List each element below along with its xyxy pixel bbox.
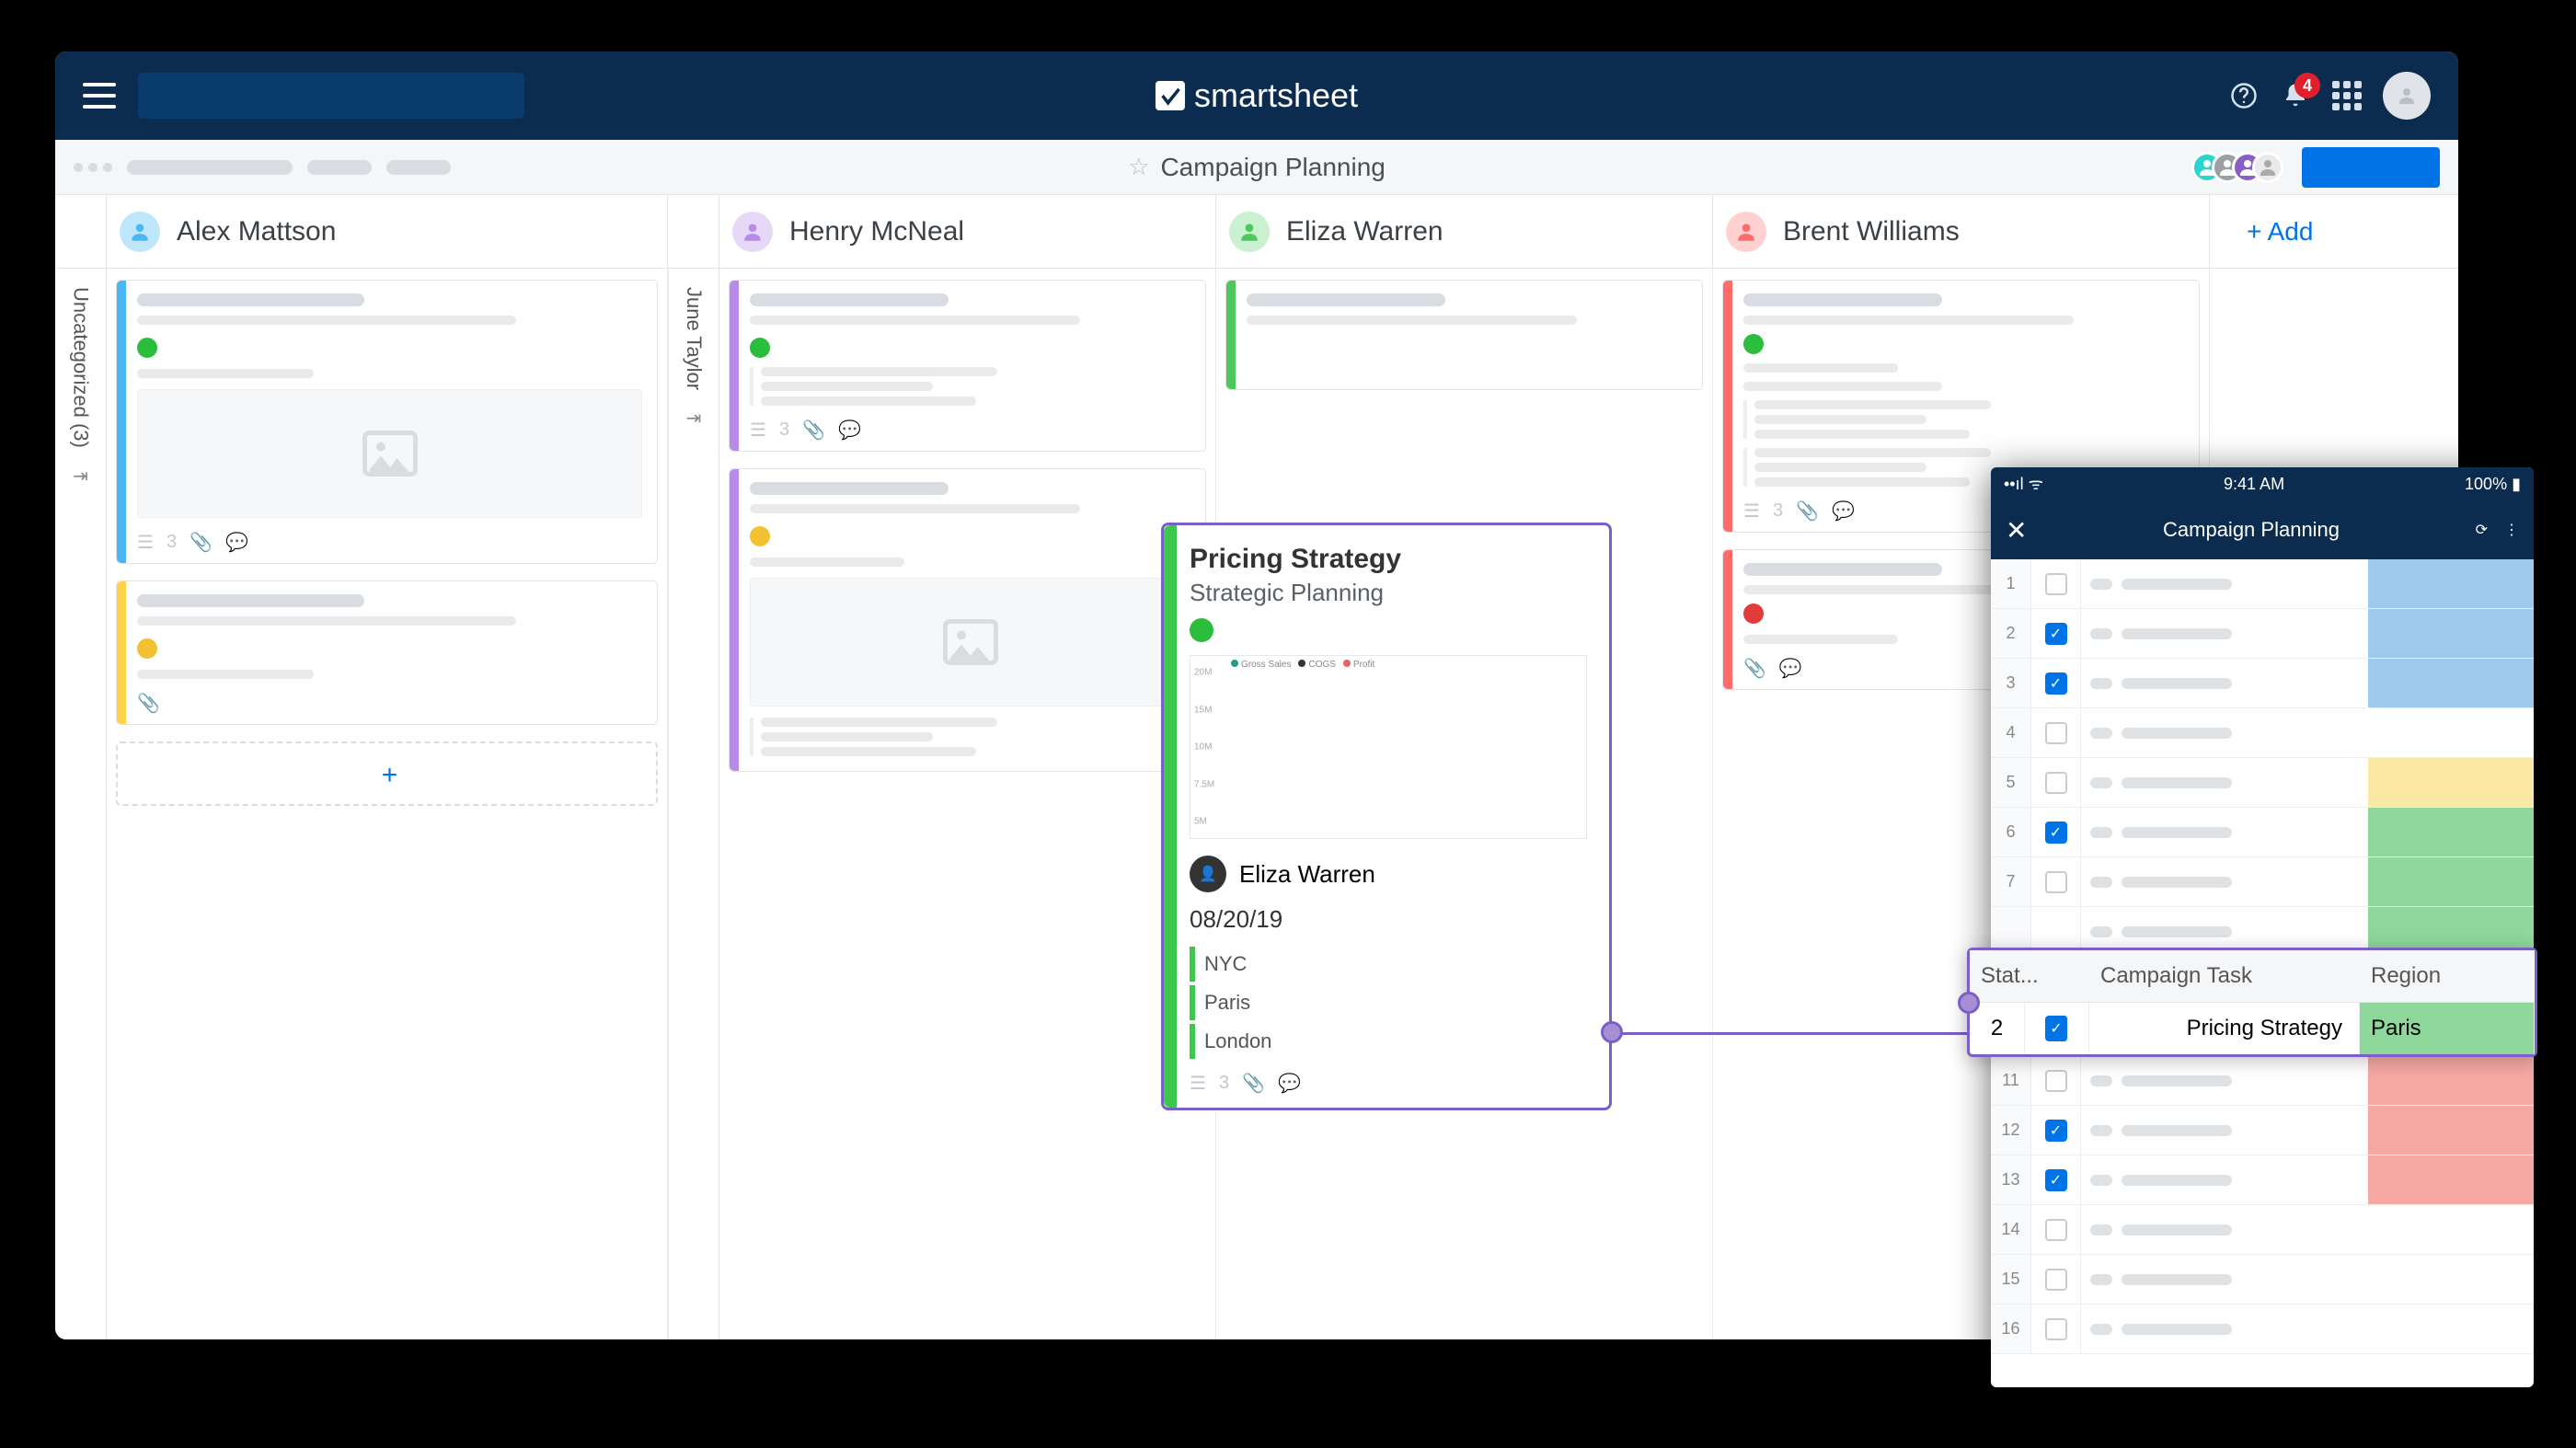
row-popout: Stat... Campaign Task Region 2 ✓ Pricing… — [1967, 948, 2537, 1057]
search-input[interactable] — [138, 73, 524, 119]
rail-uncategorized[interactable]: Uncategorized (3) ⇥ — [55, 269, 107, 1339]
card-detail-pricing-strategy[interactable]: Pricing Strategy Strategic Planning Gros… — [1161, 523, 1612, 1110]
apps-icon[interactable] — [2331, 80, 2363, 111]
card-category: Strategic Planning — [1190, 579, 1587, 607]
add-lane-button[interactable]: + Add — [2210, 195, 2350, 268]
menu-icon[interactable] — [83, 83, 116, 109]
collapse-icon[interactable]: ⇥ — [73, 465, 88, 488]
column-0: ☰3📎💬 📎 + — [107, 269, 668, 1339]
mobile-view: ••ıl ᯤ 9:41 AM 100% ▮ ✕ Campaign Plannin… — [1991, 467, 2534, 1387]
card-date: 08/20/19 — [1190, 905, 1587, 934]
card[interactable] — [1225, 280, 1703, 390]
share-button[interactable] — [2302, 147, 2440, 188]
app-header: smartsheet 4 — [55, 52, 2458, 140]
close-icon[interactable]: ✕ — [2006, 515, 2027, 546]
row-task: Pricing Strategy — [2089, 1003, 2360, 1054]
comment-icon: 💬 — [225, 531, 248, 554]
mobile-header: ✕ Campaign Planning ⟳ ⋮ — [1991, 500, 2534, 559]
chart: Gross SalesCOGSProfit 20M15M10M7.5M5M — [1190, 655, 1587, 839]
card[interactable]: ☰3📎💬 — [729, 280, 1206, 452]
lane-header-3[interactable]: Brent Williams — [1713, 195, 2210, 268]
breadcrumb — [74, 160, 451, 175]
user-avatar[interactable] — [2383, 72, 2431, 120]
lane-header-1[interactable]: Henry McNeal — [719, 195, 1216, 268]
image-placeholder-icon — [137, 389, 642, 518]
row-number: 2 — [1970, 1003, 2025, 1054]
connector-dot — [1958, 992, 1980, 1014]
lane-header-2[interactable]: Eliza Warren — [1216, 195, 1713, 268]
attachment-icon: 📎 — [137, 692, 160, 715]
mobile-title: Campaign Planning — [2163, 518, 2340, 542]
attachment-icon: 📎 — [190, 531, 213, 554]
lane-header-0[interactable]: Alex Mattson — [107, 195, 668, 268]
list-icon: ☰ — [137, 531, 154, 554]
col-header-status: Stat... — [1970, 950, 2089, 1002]
page-title: ☆ Campaign Planning — [1128, 153, 1386, 182]
more-icon[interactable]: ⋮ — [2504, 521, 2519, 539]
logo-icon — [1156, 81, 1185, 110]
comment-icon: 💬 — [1278, 1072, 1301, 1095]
refresh-icon[interactable]: ⟳ — [2476, 521, 2488, 539]
card[interactable]: 📎 — [116, 580, 658, 725]
row-checkbox[interactable]: ✓ — [2025, 1003, 2089, 1054]
col-header-task: Campaign Task — [2089, 950, 2360, 1002]
add-card-button[interactable]: + — [116, 741, 658, 806]
collapse-icon[interactable]: ⇥ — [686, 407, 702, 430]
card[interactable]: ☰3📎💬 — [116, 280, 658, 564]
connector-dot — [1601, 1021, 1623, 1043]
card-tags: NYCParisLondon — [1190, 947, 1587, 1059]
card-title: Pricing Strategy — [1190, 544, 1587, 575]
lane-headers: Alex Mattson Henry McNeal Eliza Warren B… — [55, 195, 2458, 269]
signal-icon: ••ıl ᯤ — [2004, 473, 2043, 495]
list-icon: ☰ — [1190, 1072, 1206, 1095]
brand-name: smartsheet — [1194, 76, 1358, 115]
notification-badge: 4 — [2294, 73, 2320, 98]
rail-june[interactable]: June Taylor ⇥ — [668, 269, 719, 1339]
chart-legend: Gross SalesCOGSProfit — [1231, 660, 1382, 670]
collaborators[interactable] — [2202, 152, 2283, 183]
card-assignee: 👤 Eliza Warren — [1190, 856, 1587, 892]
attachment-icon: 📎 — [1242, 1072, 1265, 1095]
status-dot — [1190, 618, 1213, 642]
avatar-icon: 👤 — [1190, 856, 1226, 892]
column-1: ☰3📎💬 — [719, 269, 1216, 1339]
star-icon[interactable]: ☆ — [1128, 153, 1149, 181]
row-region: Paris — [2360, 1003, 2535, 1054]
notifications-icon[interactable]: 4 — [2280, 80, 2311, 111]
mobile-status-bar: ••ıl ᯤ 9:41 AM 100% ▮ — [1991, 467, 2534, 500]
brand-logo: smartsheet — [1156, 76, 1358, 115]
col-header-region: Region — [2360, 950, 2535, 1002]
card[interactable] — [729, 468, 1206, 772]
sub-header: ☆ Campaign Planning — [55, 140, 2458, 195]
help-icon[interactable] — [2228, 80, 2260, 111]
